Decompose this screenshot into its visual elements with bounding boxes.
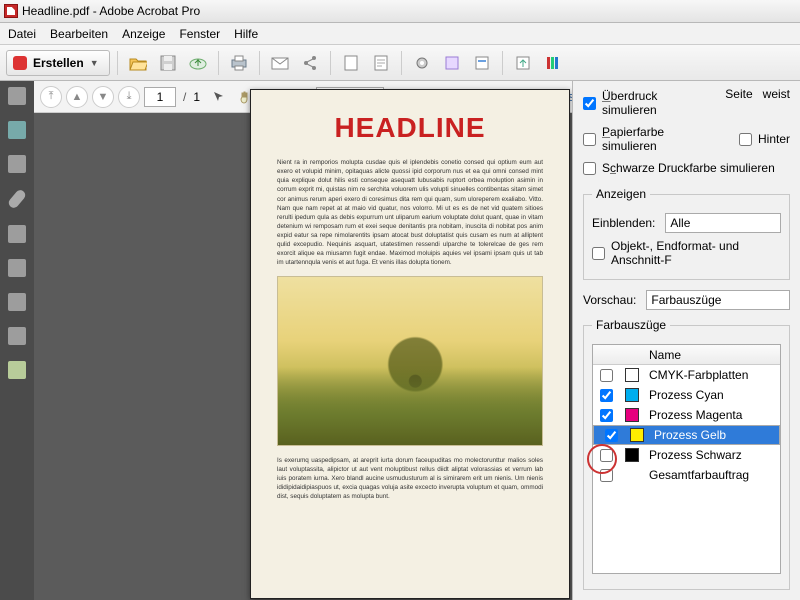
tags-icon[interactable] [8,361,26,379]
col-name: Name [645,348,780,362]
output-preview-panel: ÜÜberdruck simulierenberdruck simulieren… [572,81,800,600]
color-swatch [625,368,639,382]
color-bars-button[interactable] [540,50,566,76]
color-swatch [625,408,639,422]
separation-checkbox[interactable] [600,409,613,422]
flow-icon[interactable] [8,155,26,173]
menu-file[interactable]: Datei [8,27,36,41]
menu-edit[interactable]: Bearbeiten [50,27,108,41]
thumbnails-icon[interactable] [8,87,26,105]
doc-para-2: Is exerumq uaspedipsam, at areprit iurta… [277,456,543,502]
page-icon[interactable] [8,293,26,311]
separation-checkbox[interactable] [600,369,613,382]
cloud-button[interactable] [185,50,211,76]
left-rail [0,81,34,600]
background-checkbox[interactable]: Hinter [739,125,790,153]
menu-bar: Datei Bearbeiten Anzeige Fenster Hilfe [0,23,800,45]
tool-button[interactable] [439,50,465,76]
separation-label: Gesamtfarbauftrag [645,468,780,482]
attachments-icon[interactable] [7,188,28,210]
gear-button[interactable] [409,50,435,76]
einblenden-label: Einblenden: [592,216,655,230]
main-toolbar: Erstellen ▼ [0,45,800,81]
vorschau-label: Vorschau: [583,293,636,307]
next-page-button[interactable]: ▼ [92,86,114,108]
vorschau-select[interactable]: Farbauszüge [646,290,790,310]
separations-list: Name CMYK-Farbplatten Prozess Cyan Prozess… [592,344,781,574]
doc-para-1: Nient ra in remporios molupta cusdae qui… [277,158,543,268]
paper-sim-checkbox[interactable]: Papierfarbe simulieren [583,125,719,153]
overprint-sim-checkbox[interactable]: ÜÜberdruck simulierenberdruck simulieren [583,89,705,117]
menu-help[interactable]: Hilfe [234,27,258,41]
separation-row[interactable]: Prozess Magenta [593,405,780,425]
separation-row[interactable]: Gesamtfarbauftrag [593,465,780,485]
anzeigen-group: Anzeigen Einblenden: Alle Objekt-, Endfo… [583,187,790,280]
separation-label: Prozess Magenta [645,408,780,422]
page-total: 1 [193,90,200,104]
chevron-down-icon: ▼ [90,58,99,68]
page-number-input[interactable] [144,87,176,107]
separation-label: CMYK-Farbplatten [645,368,780,382]
page-icon-1[interactable] [338,50,364,76]
layers-icon[interactable] [8,225,26,243]
prev-page-button[interactable]: ▲ [66,86,88,108]
order-icon[interactable] [8,327,26,345]
separation-checkbox[interactable] [600,389,613,402]
first-page-button[interactable]: ⤒ [40,86,62,108]
title-bar: Headline.pdf - Adobe Acrobat Pro [0,0,800,23]
separation-row[interactable]: Prozess Gelb [593,425,780,445]
separation-checkbox[interactable] [600,449,613,462]
page-icon-2[interactable] [368,50,394,76]
color-swatch [625,448,639,462]
share-button[interactable] [297,50,323,76]
separation-row[interactable]: Prozess Schwarz [593,445,780,465]
window-title: Headline.pdf - Adobe Acrobat Pro [22,4,200,18]
object-boxes-checkbox[interactable]: Objekt-, Endformat- und Anschnitt-F [592,239,781,267]
export-button[interactable] [510,50,536,76]
menu-window[interactable]: Fenster [179,27,220,41]
last-page-button[interactable]: ⤓ [118,86,140,108]
select-tool[interactable] [208,86,230,108]
color-swatch [630,428,644,442]
doc-headline: HEADLINE [277,112,543,144]
forms-button[interactable] [469,50,495,76]
menu-view[interactable]: Anzeige [122,27,165,41]
color-swatch [625,388,639,402]
separation-row[interactable]: Prozess Cyan [593,385,780,405]
pdf-page: HEADLINE Nient ra in remporios molupta c… [250,89,570,599]
create-icon [13,56,27,70]
document-area[interactable]: ⤒ ▲ ▼ ⤓ / 1 － ＋ 36,9% ▾ vollständ HEADLI… [34,81,572,600]
bookmarks-icon[interactable] [8,121,26,139]
separation-label: Prozess Schwarz [645,448,780,462]
separations-group: Farbauszüge Name CMYK-FarbplattenProzess… [583,318,790,590]
mail-button[interactable] [267,50,293,76]
einblenden-select[interactable]: Alle [665,213,781,233]
signatures-icon[interactable] [8,259,26,277]
page-info-label: Seite weist [725,87,790,119]
separation-checkbox[interactable] [605,429,618,442]
separation-label: Prozess Cyan [645,388,780,402]
create-button[interactable]: Erstellen ▼ [6,50,110,76]
print-button[interactable] [226,50,252,76]
separation-label: Prozess Gelb [650,428,775,442]
black-ink-sim-checkbox[interactable]: Schwarze Druckfarbe simulieren [583,161,790,175]
open-button[interactable] [125,50,151,76]
main-area: ⤒ ▲ ▼ ⤓ / 1 － ＋ 36,9% ▾ vollständ HEADLI… [0,81,800,600]
app-icon [4,4,18,18]
separation-row[interactable]: CMYK-Farbplatten [593,365,780,385]
save-button[interactable] [155,50,181,76]
doc-image [277,276,543,446]
